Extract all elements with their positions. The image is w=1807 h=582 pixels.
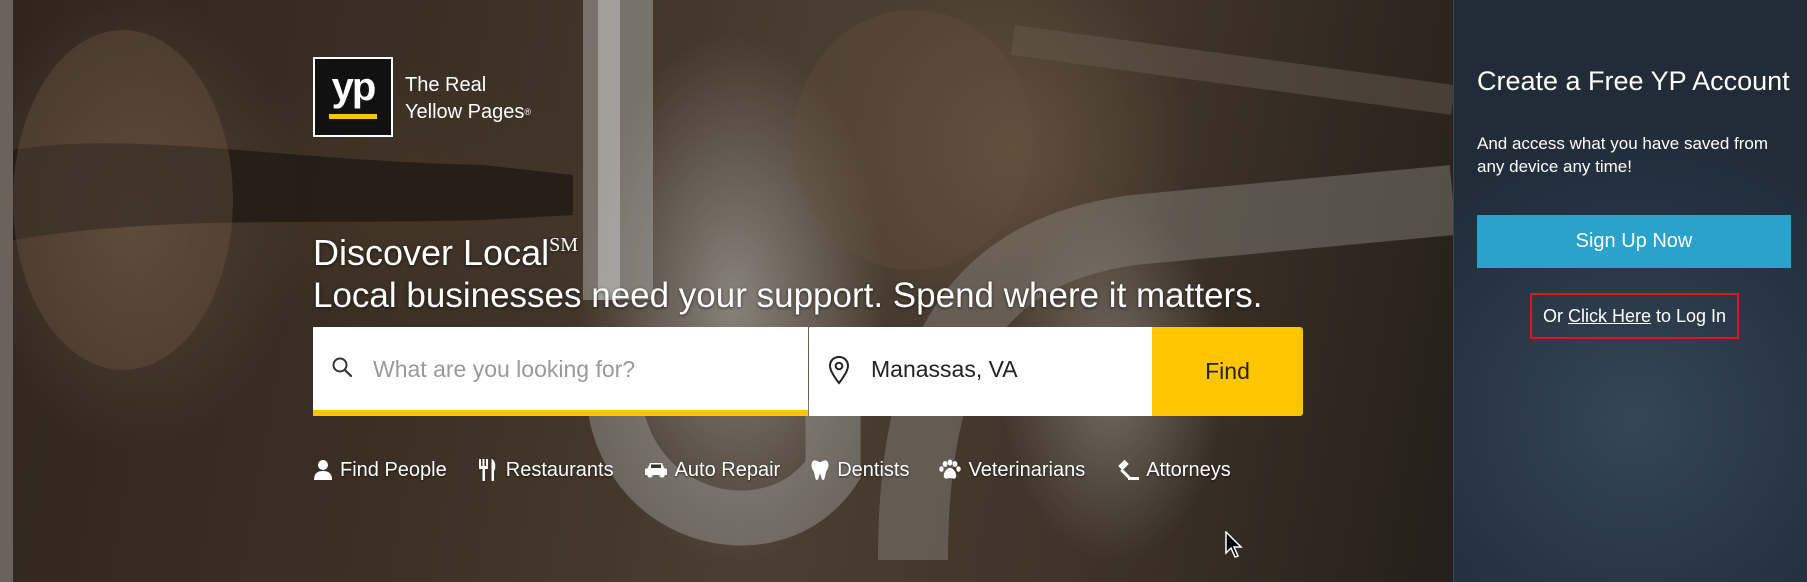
login-prompt: Or Click Here to Log In xyxy=(1530,293,1739,339)
search-what-field[interactable] xyxy=(313,327,808,416)
tagline-line1: The Real xyxy=(405,74,487,96)
quick-links-bar: Find People Restaurants Auto Repair Dent… xyxy=(313,458,1261,482)
tagline-line2: Yellow Pages xyxy=(405,101,525,123)
brand-tagline: The Real Yellow Pages® xyxy=(405,72,531,126)
quick-link-auto-repair[interactable]: Auto Repair xyxy=(644,458,781,482)
login-suffix: to Log In xyxy=(1655,305,1727,326)
quick-link-label: Auto Repair xyxy=(674,458,781,481)
quick-link-label: Find People xyxy=(340,458,447,481)
yp-logo-underline xyxy=(329,114,377,119)
quick-link-label: Dentists xyxy=(837,458,910,481)
yp-logo-text: yp xyxy=(331,65,377,109)
fork-knife-icon xyxy=(477,458,499,482)
left-edge-strip xyxy=(0,0,13,582)
account-panel: Create a Free YP Account And access what… xyxy=(1453,0,1807,582)
search-icon xyxy=(331,356,353,383)
registered-mark: ® xyxy=(524,107,531,117)
search-where-field[interactable] xyxy=(809,327,1152,416)
hero-headline: Discover LocalSM xyxy=(313,232,578,274)
sign-up-button[interactable]: Sign Up Now xyxy=(1477,215,1791,268)
quick-link-label: Veterinarians xyxy=(968,458,1086,481)
search-what-input[interactable] xyxy=(371,351,795,387)
hero-headline-text: Discover Local xyxy=(313,232,550,273)
quick-link-restaurants[interactable]: Restaurants xyxy=(477,458,614,482)
service-mark: SM xyxy=(549,234,578,256)
quick-link-veterinarians[interactable]: Veterinarians xyxy=(939,459,1085,482)
mouse-cursor-icon xyxy=(1225,530,1245,564)
gavel-icon xyxy=(1115,459,1140,481)
quick-link-attorneys[interactable]: Attorneys xyxy=(1115,458,1231,482)
yp-logo[interactable]: yp xyxy=(313,57,393,137)
account-panel-title: Create a Free YP Account xyxy=(1477,66,1790,96)
tagline-line2-wrap: Yellow Pages® xyxy=(405,99,531,126)
quick-link-label: Restaurants xyxy=(505,458,614,481)
login-prefix: Or xyxy=(1542,305,1563,326)
quick-link-find-people[interactable]: Find People xyxy=(313,459,447,482)
search-where-input[interactable] xyxy=(869,351,1143,387)
hero-subheadline: Local businesses need your support. Spen… xyxy=(313,276,1263,315)
quick-link-label: Attorneys xyxy=(1146,458,1231,481)
login-link[interactable]: Click Here xyxy=(1568,306,1651,327)
person-icon xyxy=(313,459,333,481)
tooth-icon xyxy=(810,459,830,481)
find-button[interactable]: Find xyxy=(1152,327,1303,416)
quick-link-dentists[interactable]: Dentists xyxy=(810,459,909,482)
account-panel-subtitle: And access what you have saved from any … xyxy=(1477,134,1769,176)
paw-icon xyxy=(939,459,962,481)
car-icon xyxy=(644,461,668,479)
map-pin-icon xyxy=(827,355,851,390)
